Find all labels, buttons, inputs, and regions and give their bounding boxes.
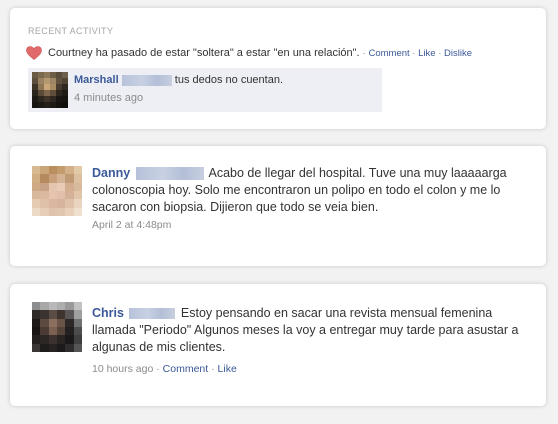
like-link[interactable]: Like xyxy=(418,48,435,59)
timestamp[interactable]: 10 hours ago xyxy=(92,363,153,375)
separator-dot: · xyxy=(438,48,442,59)
post-body: Chris Estoy pensando en sacar una revist… xyxy=(92,305,522,356)
status-post-card: Chris Estoy pensando en sacar una revist… xyxy=(10,284,546,406)
heart-icon xyxy=(26,46,42,60)
status-post-card: Danny Acabo de llegar del hospital. Tuve… xyxy=(10,146,546,266)
activity-line: Courtney ha pasado de estar "soltera" a … xyxy=(48,47,472,59)
post-meta: 10 hours ago · Comment · Like xyxy=(92,363,237,375)
post-body: Danny Acabo de llegar del hospital. Tuve… xyxy=(92,165,522,216)
author-name[interactable]: Danny xyxy=(92,166,130,180)
redacted-surname xyxy=(129,308,176,320)
redacted-surname xyxy=(135,167,204,181)
reply-comment: Marshall tus dedos no cuentan. 4 minutes… xyxy=(28,68,382,112)
author-name[interactable]: Marshall xyxy=(74,74,119,86)
separator-dot: · xyxy=(412,48,416,59)
comment-link[interactable]: Comment xyxy=(163,363,209,375)
section-header: RECENT ACTIVITY xyxy=(28,26,114,36)
avatar[interactable] xyxy=(32,302,82,352)
reply-text: tus dedos no cuentan. xyxy=(174,74,284,86)
separator-dot: · xyxy=(156,363,160,375)
author-name[interactable]: Chris xyxy=(92,306,124,320)
separator-dot: · xyxy=(362,48,366,59)
post-meta: April 2 at 4:48pm xyxy=(92,219,171,231)
separator-dot: · xyxy=(211,363,215,375)
recent-activity-card: RECENT ACTIVITY Courtney ha pasado de es… xyxy=(10,8,546,129)
timestamp[interactable]: 4 minutes ago xyxy=(74,92,143,104)
like-link[interactable]: Like xyxy=(218,363,237,375)
redacted-surname xyxy=(121,74,172,86)
avatar[interactable] xyxy=(32,72,68,108)
comment-link[interactable]: Comment xyxy=(368,48,409,59)
timestamp[interactable]: April 2 at 4:48pm xyxy=(92,219,171,231)
dislike-link[interactable]: Dislike xyxy=(444,48,472,59)
reply-header: Marshall tus dedos no cuentan. xyxy=(74,74,283,86)
avatar[interactable] xyxy=(32,166,82,216)
activity-text: Courtney ha pasado de estar "soltera" a … xyxy=(48,47,360,59)
